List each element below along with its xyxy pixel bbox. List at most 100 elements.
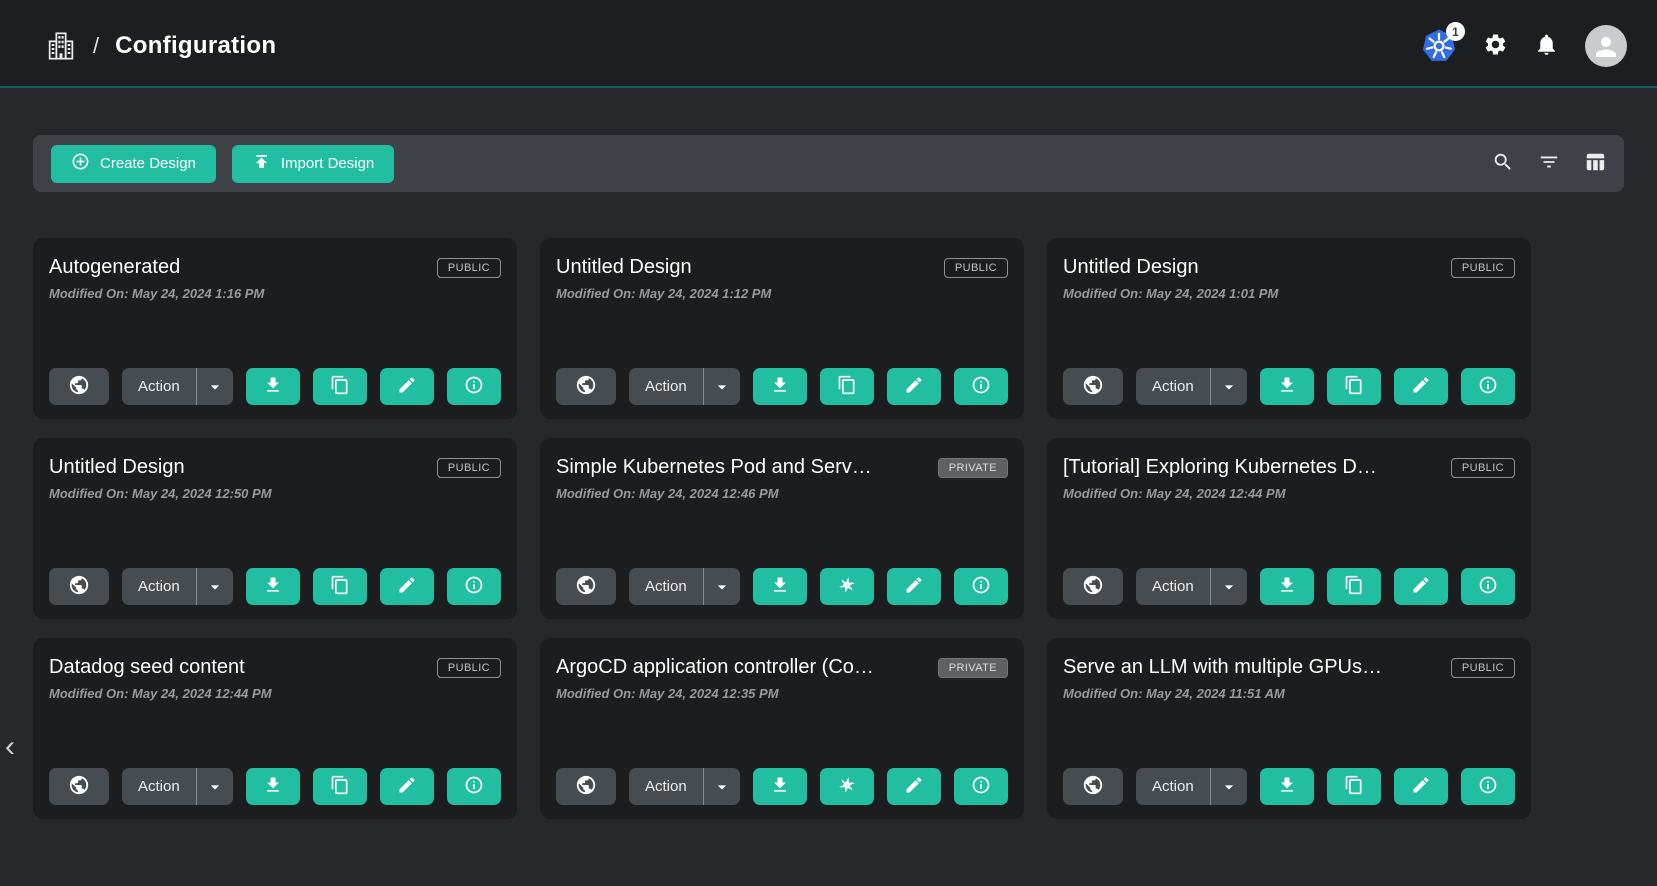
chevron-down-icon[interactable] <box>197 568 233 605</box>
info-icon <box>971 575 991 598</box>
design-swirl-button[interactable] <box>820 568 874 605</box>
import-design-button[interactable]: Import Design <box>232 145 394 183</box>
swirl-icon <box>837 775 857 798</box>
download-button[interactable] <box>753 368 807 405</box>
download-button[interactable] <box>246 368 300 405</box>
designs-toolbar: Create Design Import Design <box>33 135 1624 192</box>
design-card: Untitled Design PUBLIC Modified On: May … <box>33 438 517 619</box>
design-title: Autogenerated <box>49 256 180 279</box>
visibility-globe-button[interactable] <box>556 768 616 805</box>
edit-button[interactable] <box>887 368 941 405</box>
edit-button[interactable] <box>380 368 434 405</box>
visibility-globe-button[interactable] <box>1063 768 1123 805</box>
avatar[interactable] <box>1585 25 1627 67</box>
filter-button[interactable] <box>1538 151 1560 176</box>
clone-button[interactable] <box>1327 768 1381 805</box>
card-header: ArgoCD application controller (Co… PRIVA… <box>556 656 1008 679</box>
clone-button[interactable] <box>313 568 367 605</box>
info-button[interactable] <box>954 568 1008 605</box>
visibility-globe-button[interactable] <box>49 568 109 605</box>
card-header: Datadog seed content PUBLIC <box>49 656 501 679</box>
info-button[interactable] <box>447 368 501 405</box>
chevron-down-icon[interactable] <box>704 768 740 805</box>
download-icon <box>1277 375 1297 398</box>
action-split-button[interactable]: Action <box>629 368 740 405</box>
page-title: Configuration <box>115 32 276 60</box>
chevron-down-icon[interactable] <box>1211 768 1247 805</box>
download-button[interactable] <box>1260 568 1314 605</box>
visibility-globe-button[interactable] <box>49 768 109 805</box>
info-button[interactable] <box>1461 568 1515 605</box>
info-button[interactable] <box>447 768 501 805</box>
card-header: Untitled Design PUBLIC <box>1063 256 1515 279</box>
edit-button[interactable] <box>380 768 434 805</box>
edit-button[interactable] <box>887 768 941 805</box>
action-split-button[interactable]: Action <box>629 768 740 805</box>
edit-button[interactable] <box>887 568 941 605</box>
create-design-button[interactable]: Create Design <box>51 145 216 183</box>
action-split-button[interactable]: Action <box>1136 568 1247 605</box>
chevron-down-icon[interactable] <box>1211 368 1247 405</box>
clone-button[interactable] <box>313 768 367 805</box>
action-split-button[interactable]: Action <box>629 568 740 605</box>
upload-icon <box>252 152 271 175</box>
download-button[interactable] <box>753 568 807 605</box>
design-title: Serve an LLM with multiple GPUs… <box>1063 656 1382 679</box>
download-icon <box>263 375 283 398</box>
clone-icon <box>330 375 350 398</box>
action-split-button[interactable]: Action <box>122 368 233 405</box>
download-button[interactable] <box>1260 768 1314 805</box>
clone-button[interactable] <box>1327 568 1381 605</box>
modified-on: Modified On: May 24, 2024 12:44 PM <box>1063 486 1515 501</box>
visibility-globe-button[interactable] <box>49 368 109 405</box>
notifications-button[interactable] <box>1534 32 1559 60</box>
edit-button[interactable] <box>1394 368 1448 405</box>
info-button[interactable] <box>1461 768 1515 805</box>
download-button[interactable] <box>1260 368 1314 405</box>
edit-button[interactable] <box>380 568 434 605</box>
info-button[interactable] <box>954 368 1008 405</box>
design-swirl-button[interactable] <box>820 768 874 805</box>
chevron-down-icon[interactable] <box>197 368 233 405</box>
clone-button[interactable] <box>820 368 874 405</box>
card-header: Untitled Design PUBLIC <box>556 256 1008 279</box>
visibility-globe-button[interactable] <box>556 568 616 605</box>
chevron-down-icon[interactable] <box>704 368 740 405</box>
modified-on: Modified On: May 24, 2024 1:01 PM <box>1063 286 1515 301</box>
visibility-globe-button[interactable] <box>1063 368 1123 405</box>
visibility-badge: PUBLIC <box>437 458 501 478</box>
search-button[interactable] <box>1492 151 1514 176</box>
organization-building-icon[interactable] <box>45 30 77 62</box>
table-view-button[interactable] <box>1584 151 1606 176</box>
visibility-globe-button[interactable] <box>1063 568 1123 605</box>
action-split-button[interactable]: Action <box>1136 768 1247 805</box>
action-split-button[interactable]: Action <box>122 568 233 605</box>
toolbar-view-controls <box>1492 151 1606 176</box>
clone-button[interactable] <box>1327 368 1381 405</box>
clone-button[interactable] <box>313 368 367 405</box>
download-button[interactable] <box>246 568 300 605</box>
download-button[interactable] <box>246 768 300 805</box>
download-icon <box>1277 575 1297 598</box>
info-button[interactable] <box>447 568 501 605</box>
visibility-badge: PUBLIC <box>1451 258 1515 278</box>
chevron-down-icon[interactable] <box>197 768 233 805</box>
action-split-button[interactable]: Action <box>122 768 233 805</box>
breadcrumb-separator: / <box>93 33 99 59</box>
drawer-collapse-handle[interactable]: ‹ <box>0 732 20 762</box>
download-button[interactable] <box>753 768 807 805</box>
info-button[interactable] <box>1461 368 1515 405</box>
chevron-down-icon[interactable] <box>1211 568 1247 605</box>
edit-button[interactable] <box>1394 568 1448 605</box>
design-card: Datadog seed content PUBLIC Modified On:… <box>33 638 517 819</box>
chevron-down-icon[interactable] <box>704 568 740 605</box>
kubernetes-context-button[interactable]: 1 <box>1421 28 1457 64</box>
edit-button[interactable] <box>1394 768 1448 805</box>
visibility-globe-button[interactable] <box>556 368 616 405</box>
settings-button[interactable] <box>1483 32 1508 60</box>
edit-pencil-icon <box>397 775 417 798</box>
action-split-button[interactable]: Action <box>1136 368 1247 405</box>
info-button[interactable] <box>954 768 1008 805</box>
card-actions: Action <box>49 368 501 405</box>
edit-pencil-icon <box>904 575 924 598</box>
